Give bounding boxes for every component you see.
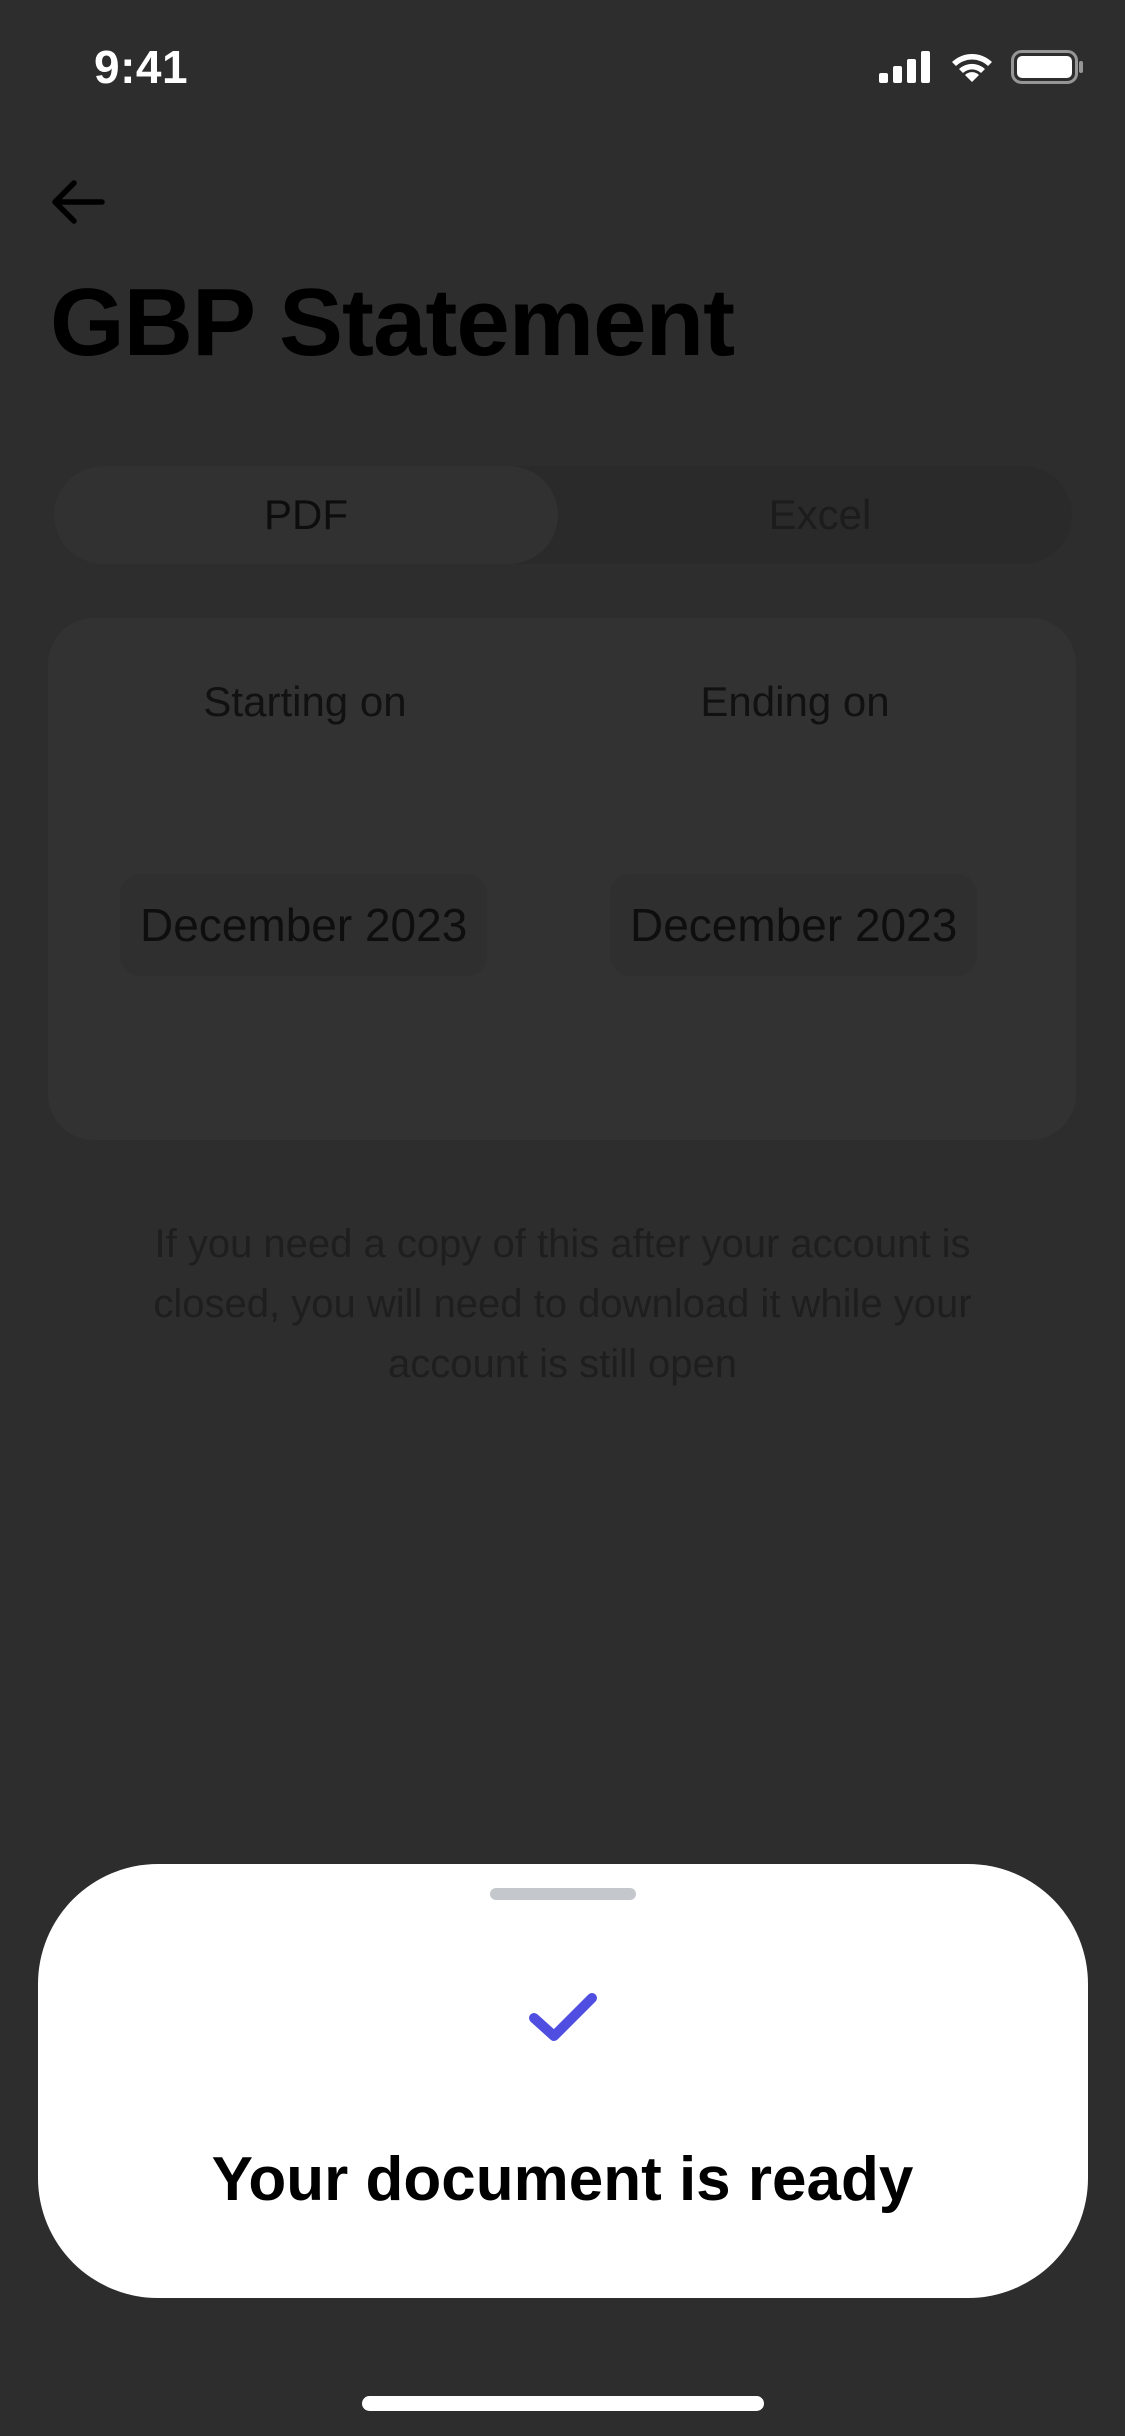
sheet-title: Your document is ready: [211, 2145, 914, 2214]
wifi-icon: [952, 54, 992, 82]
checkmark-icon: [529, 1993, 597, 2041]
start-date-picker[interactable]: December 2023: [120, 874, 488, 976]
statement-screen: 9:41 GBP Statement PDF Excel Starting on…: [0, 0, 1125, 2436]
tab-excel[interactable]: Excel: [568, 466, 1072, 564]
status-icons: [879, 50, 1085, 84]
battery-icon: [1011, 50, 1083, 84]
page-title: GBP Statement: [50, 269, 735, 376]
end-date-picker[interactable]: December 2023: [610, 874, 978, 976]
account-closure-info: If you need a copy of this after your ac…: [153, 1222, 972, 1386]
start-date-column: Starting on December 2023: [48, 618, 562, 1140]
back-button[interactable]: [44, 168, 112, 236]
signal-icon: [879, 51, 930, 83]
home-indicator[interactable]: [362, 2396, 764, 2411]
tab-pdf[interactable]: PDF: [54, 466, 558, 564]
sheet-drag-handle[interactable]: [490, 1888, 636, 1900]
format-segmented-control: PDF Excel: [54, 466, 1072, 564]
status-time: 9:41: [94, 41, 189, 93]
start-date-label: Starting on: [203, 678, 407, 725]
end-date-column: Ending on December 2023: [538, 618, 1052, 1140]
end-date-label: Ending on: [700, 678, 890, 725]
document-ready-sheet: [38, 1864, 1088, 2298]
status-bar: 9:41: [0, 0, 1125, 140]
date-range-card: Starting on December 2023 Ending on Dece…: [48, 618, 1076, 1140]
arrow-left-icon: [52, 180, 105, 224]
